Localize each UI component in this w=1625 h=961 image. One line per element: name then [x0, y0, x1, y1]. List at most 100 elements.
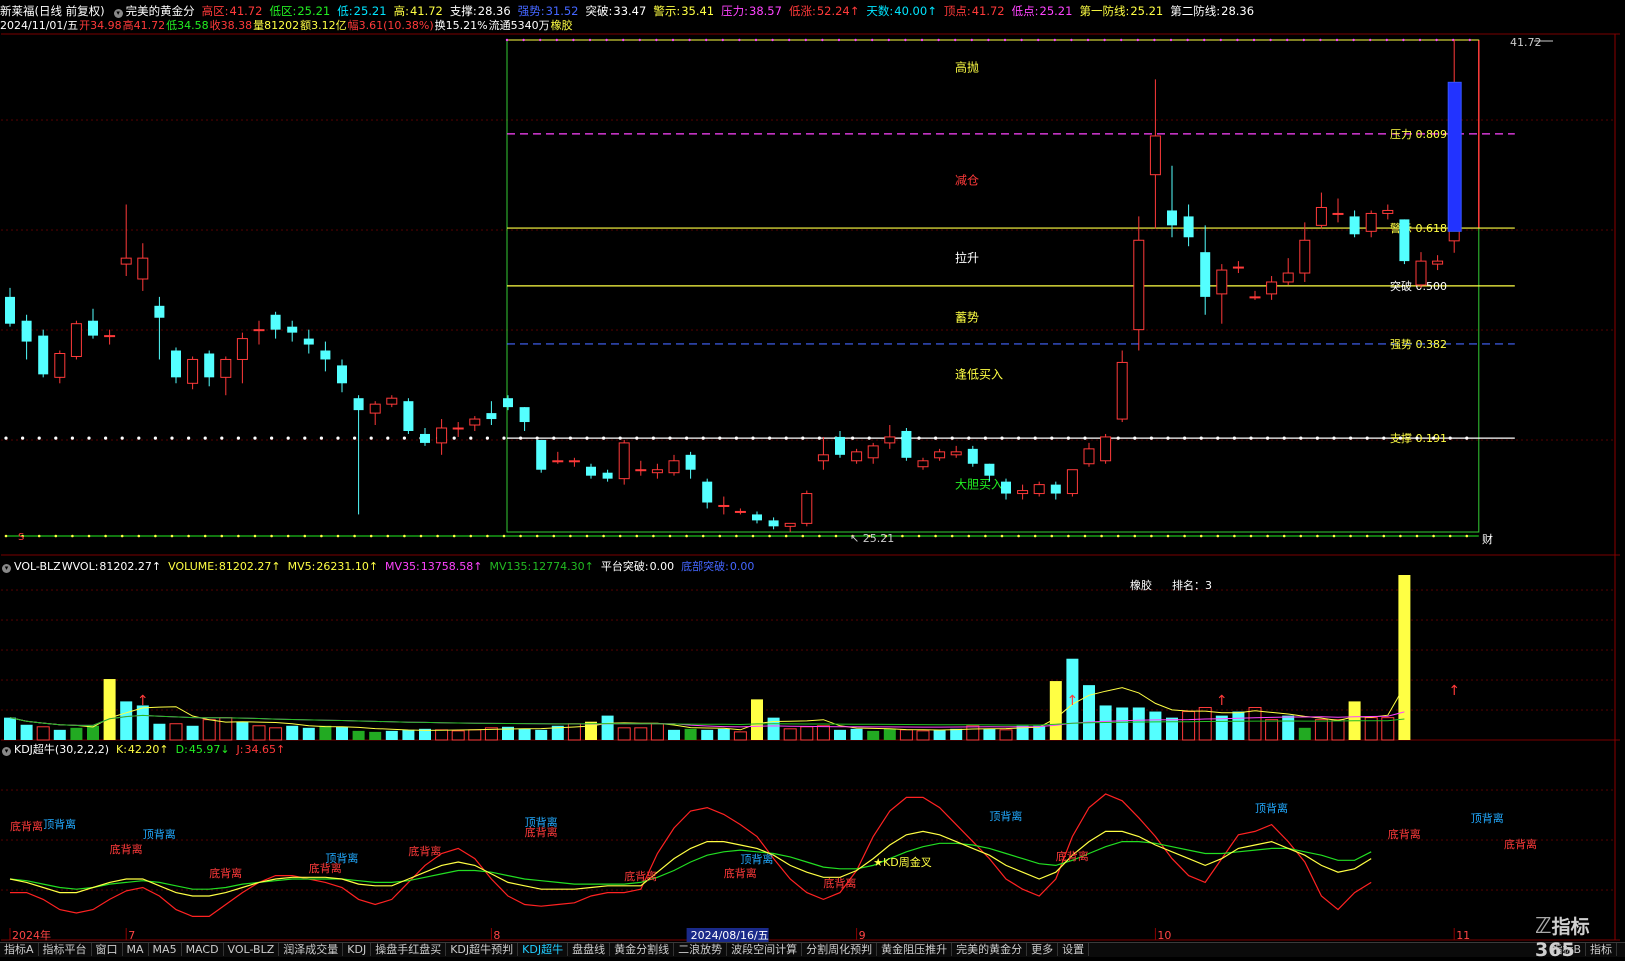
low-dot — [1266, 534, 1269, 538]
zone-label: 高抛 — [955, 59, 979, 74]
candle-body — [5, 296, 15, 324]
volume-bar — [451, 730, 465, 741]
candle-body — [552, 460, 564, 463]
candle-body — [651, 469, 663, 474]
chart-canvas[interactable]: 压力 0.809警示 0.618突破 0.500强势 0.382支撑 0.191… — [0, 0, 1625, 942]
tab-item[interactable]: 指标平台 — [39, 943, 92, 956]
volume-bar — [1331, 719, 1345, 741]
volume-bar — [668, 729, 680, 740]
low-dot — [801, 534, 805, 538]
candle-body — [104, 335, 116, 338]
low-dot — [1067, 534, 1070, 538]
tab-item[interactable]: VOL-BLZ — [224, 943, 280, 956]
top-dot — [1468, 38, 1472, 42]
top-dot — [638, 38, 641, 42]
candle-body — [1083, 448, 1095, 465]
candle-body — [867, 445, 879, 459]
low-dot — [652, 534, 655, 538]
low-dot — [452, 534, 456, 538]
last-candle-highlight — [1447, 81, 1462, 232]
top-dot — [705, 38, 708, 42]
kdj-k-line — [9, 830, 1372, 897]
tab-item[interactable]: 设置 — [1058, 943, 1090, 956]
support-dot — [1465, 436, 1469, 440]
support-dot — [1183, 436, 1187, 440]
top-dot — [1385, 38, 1389, 42]
tab-item[interactable]: 黄金分割线 — [610, 943, 675, 956]
candle-body — [1266, 281, 1278, 295]
tab-item[interactable]: 二浪放势 — [674, 943, 728, 956]
candle-body — [503, 398, 513, 408]
tab-item[interactable]: 窗口 — [92, 943, 123, 956]
candle-body — [967, 448, 978, 464]
tab-item[interactable]: MA — [123, 943, 149, 956]
support-dot — [120, 436, 124, 440]
low-dot — [170, 534, 174, 538]
candle-body — [635, 469, 647, 472]
tab-item[interactable]: MACD — [182, 943, 224, 956]
candle-body — [403, 401, 414, 431]
top-dot — [854, 38, 857, 42]
candle-body — [469, 418, 481, 426]
top-dot — [1003, 38, 1007, 42]
low-dot — [784, 534, 788, 538]
support-dot — [602, 436, 606, 440]
tab-item[interactable]: KDJ超牛 — [518, 943, 569, 956]
low-dot — [436, 534, 439, 538]
support-dot — [1398, 436, 1402, 440]
low-dot — [403, 534, 406, 538]
volume-bar — [684, 728, 697, 740]
top-dot — [954, 38, 957, 42]
candle-body — [420, 433, 430, 443]
low-dot — [87, 534, 91, 538]
support-dot — [668, 436, 672, 440]
tab-item[interactable]: 更多 — [1027, 943, 1059, 956]
low-dot — [818, 534, 821, 538]
candle-body — [1017, 490, 1029, 495]
support-dot — [967, 436, 971, 440]
zone-label: 拉升 — [955, 250, 979, 265]
tab-item[interactable]: 操盘手红盘买 — [371, 943, 447, 956]
volume-bar — [999, 729, 1013, 741]
volume-bar — [402, 729, 415, 740]
low-dot — [1133, 534, 1137, 538]
top-dot — [1037, 38, 1040, 42]
volume-rank: 排名：3 — [1172, 578, 1212, 592]
low-dot — [701, 534, 705, 538]
candle-body — [1232, 266, 1244, 269]
low-dot — [535, 534, 539, 538]
tab-item[interactable]: 完美的黄金分 — [952, 943, 1028, 956]
tab-item[interactable]: KDJ超牛预判 — [446, 943, 519, 956]
tab-item[interactable]: 分割周化预判 — [802, 943, 878, 956]
support-dot — [618, 436, 622, 440]
top-dot — [1286, 38, 1289, 42]
support-dot — [1432, 436, 1436, 440]
low-dot — [1365, 534, 1369, 538]
low-dot — [120, 534, 124, 538]
candle-body — [1167, 210, 1177, 226]
top-dot — [505, 38, 509, 42]
support-dot — [336, 436, 340, 440]
candle-body — [519, 407, 530, 423]
volume-bar — [1166, 717, 1178, 740]
tab-item[interactable]: 盘盘线 — [568, 943, 611, 956]
kdj-divergence-label: 顶背离 — [143, 827, 176, 841]
low-dot — [37, 534, 41, 538]
low-dot — [1316, 534, 1319, 538]
top-dot — [804, 38, 807, 42]
tab-item[interactable]: 指标A — [0, 943, 39, 956]
tab-item[interactable]: 润泽成交量 — [279, 943, 344, 956]
volume-bar — [1298, 727, 1311, 740]
support-dot — [950, 436, 954, 440]
tab-item[interactable]: 波段空间计算 — [727, 943, 803, 956]
tab-item[interactable]: KDJ — [343, 943, 372, 956]
tab-item[interactable]: 黄金阻压推升 — [877, 943, 953, 956]
tab-item[interactable]: MA5 — [149, 943, 182, 956]
top-dot — [1120, 38, 1123, 42]
x-axis-label: 10 — [1157, 929, 1171, 942]
kdj-divergence-label: 底背离 — [110, 842, 143, 856]
support-dot — [54, 436, 58, 440]
support-dot — [983, 436, 988, 440]
support-dot — [685, 436, 689, 440]
candle-body — [618, 442, 630, 480]
